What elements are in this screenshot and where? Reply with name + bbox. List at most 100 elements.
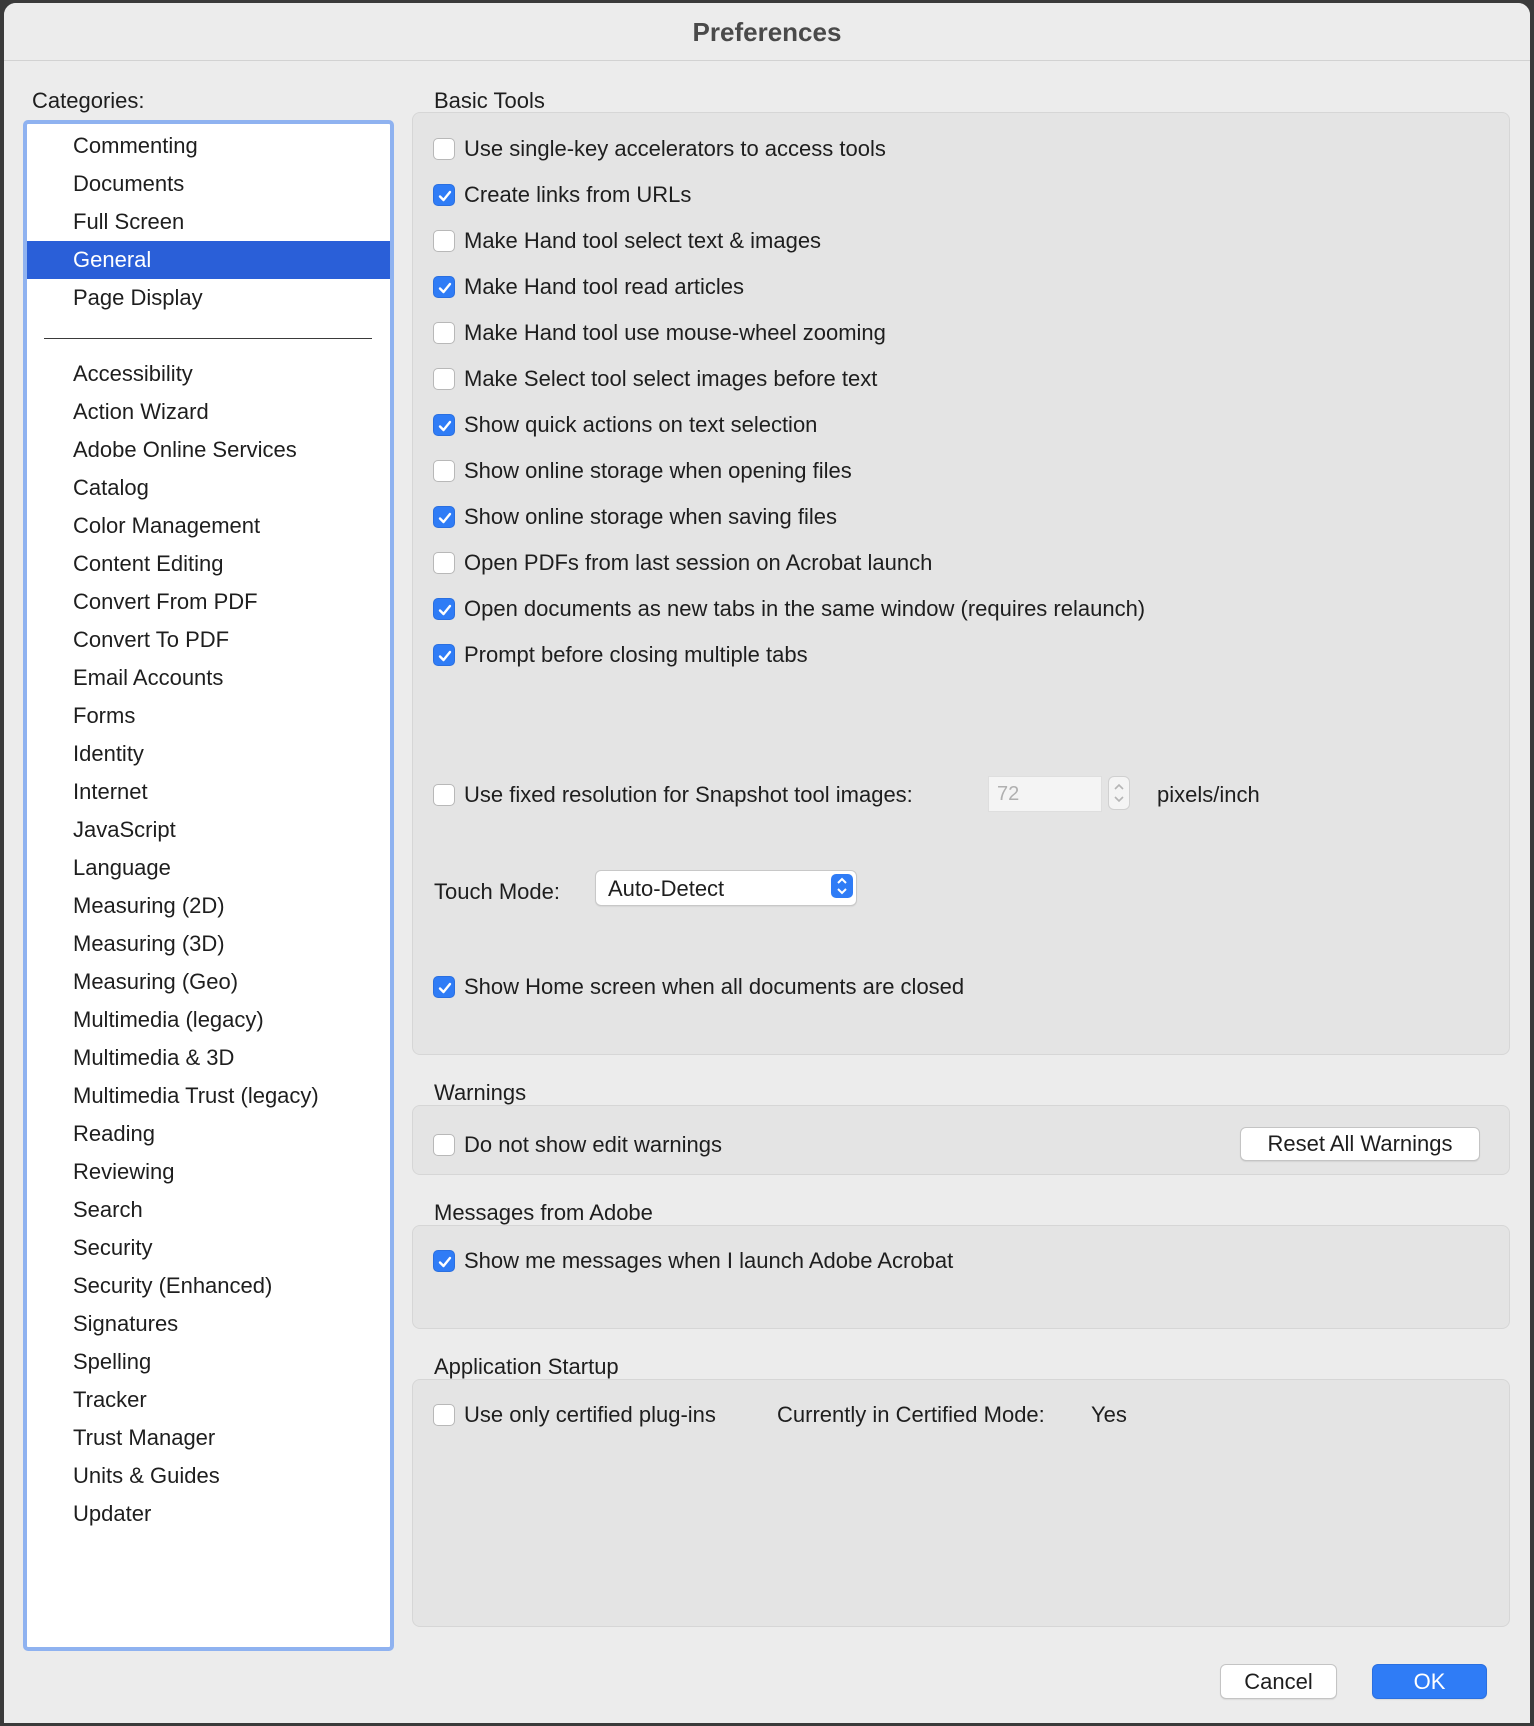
checkmark-icon [438,512,452,524]
category-item-trust-manager[interactable]: Trust Manager [27,1419,390,1457]
single-key-accelerators-checkbox[interactable] [433,138,455,160]
online-storage-opening-label: Show online storage when opening files [464,458,852,483]
category-item-language[interactable]: Language [27,849,390,887]
certified-mode-value: Yes [1091,1402,1127,1427]
touch-mode-label: Touch Mode: [434,879,560,904]
checkmark-icon [438,650,452,662]
category-item-javascript[interactable]: JavaScript [27,811,390,849]
checkmark-icon [438,190,452,202]
category-item-page-display[interactable]: Page Display [27,279,390,317]
category-item-multimedia-3d[interactable]: Multimedia & 3D [27,1039,390,1077]
categories-list[interactable]: Commenting Documents Full Screen General… [23,120,394,1651]
preferences-window: Preferences Categories: Commenting Docum… [4,3,1530,1723]
hand-tool-mouse-wheel-zooming-checkbox[interactable] [433,322,455,344]
hand-tool-read-articles-label: Make Hand tool read articles [464,274,745,299]
snapshot-resolution-stepper[interactable] [1108,776,1130,810]
show-messages-label: Show me messages when I launch Adobe Acr… [464,1248,954,1273]
category-item-spelling[interactable]: Spelling [27,1343,390,1381]
open-last-session-checkbox[interactable] [433,552,455,574]
basic-tools-heading: Basic Tools [434,88,545,113]
category-item-multimedia-legacy[interactable]: Multimedia (legacy) [27,1001,390,1039]
snapshot-fixed-resolution-checkbox[interactable] [433,784,455,806]
window-title: Preferences [692,17,842,47]
checkmark-icon [438,282,452,294]
online-storage-saving-label: Show online storage when saving files [464,504,838,529]
touch-mode-select[interactable]: Auto-Detect [595,870,857,906]
prompt-closing-tabs-checkbox[interactable] [433,644,455,666]
show-messages-checkbox[interactable] [433,1250,455,1272]
snapshot-unit-label: pixels/inch [1157,782,1260,807]
hand-tool-mouse-wheel-zooming-label: Make Hand tool use mouse-wheel zooming [464,320,886,345]
home-screen-label: Show Home screen when all documents are … [464,974,965,999]
category-item-security[interactable]: Security [27,1229,390,1267]
category-item-color-management[interactable]: Color Management [27,507,390,545]
messages-group [412,1225,1510,1329]
snapshot-fixed-resolution-label: Use fixed resolution for Snapshot tool i… [464,782,913,807]
categories-label: Categories: [32,88,145,113]
create-links-from-urls-label: Create links from URLs [464,182,692,207]
category-item-security-enhanced[interactable]: Security (Enhanced) [27,1267,390,1305]
category-item-email-accounts[interactable]: Email Accounts [27,659,390,697]
hand-tool-read-articles-checkbox[interactable] [433,276,455,298]
edit-warnings-label: Do not show edit warnings [464,1132,723,1157]
category-item-action-wizard[interactable]: Action Wizard [27,393,390,431]
category-item-general[interactable]: General [27,241,390,279]
checkmark-icon [438,604,452,616]
open-as-new-tabs-label: Open documents as new tabs in the same w… [464,596,1146,621]
open-as-new-tabs-checkbox[interactable] [433,598,455,620]
category-item-adobe-online-services[interactable]: Adobe Online Services [27,431,390,469]
checkmark-icon [438,982,452,994]
quick-actions-text-selection-checkbox[interactable] [433,414,455,436]
startup-heading: Application Startup [434,1354,619,1379]
online-storage-saving-checkbox[interactable] [433,506,455,528]
hand-tool-select-text-label: Make Hand tool select text & images [464,228,822,253]
select-arrows-icon [831,874,853,898]
category-item-convert-from-pdf[interactable]: Convert From PDF [27,583,390,621]
category-item-forms[interactable]: Forms [27,697,390,735]
category-item-reviewing[interactable]: Reviewing [27,1153,390,1191]
create-links-from-urls-checkbox[interactable] [433,184,455,206]
category-item-convert-to-pdf[interactable]: Convert To PDF [27,621,390,659]
quick-actions-text-selection-label: Show quick actions on text selection [464,412,818,437]
single-key-accelerators-label: Use single-key accelerators to access to… [464,136,886,161]
select-tool-images-first-label: Make Select tool select images before te… [464,366,878,391]
category-item-updater[interactable]: Updater [27,1495,390,1533]
category-item-commenting[interactable]: Commenting [27,127,390,165]
ok-button[interactable]: OK [1372,1664,1487,1699]
category-item-catalog[interactable]: Catalog [27,469,390,507]
select-tool-images-first-checkbox[interactable] [433,368,455,390]
category-item-units-guides[interactable]: Units & Guides [27,1457,390,1495]
reset-all-warnings-button[interactable]: Reset All Warnings [1240,1127,1480,1161]
certified-plugins-label: Use only certified plug-ins [464,1402,716,1427]
edit-warnings-checkbox[interactable] [433,1134,455,1156]
category-item-full-screen[interactable]: Full Screen [27,203,390,241]
category-item-documents[interactable]: Documents [27,165,390,203]
category-item-multimedia-trust-legacy[interactable]: Multimedia Trust (legacy) [27,1077,390,1115]
category-item-tracker[interactable]: Tracker [27,1381,390,1419]
hand-tool-select-text-checkbox[interactable] [433,230,455,252]
snapshot-resolution-input[interactable]: 72 [988,776,1102,812]
category-item-reading[interactable]: Reading [27,1115,390,1153]
category-item-signatures[interactable]: Signatures [27,1305,390,1343]
category-item-measuring-2d[interactable]: Measuring (2D) [27,887,390,925]
checkmark-icon [438,1256,452,1268]
messages-heading: Messages from Adobe [434,1200,653,1225]
category-item-accessibility[interactable]: Accessibility [27,355,390,393]
category-item-content-editing[interactable]: Content Editing [27,545,390,583]
home-screen-checkbox[interactable] [433,976,455,998]
category-item-identity[interactable]: Identity [27,735,390,773]
cancel-button[interactable]: Cancel [1220,1664,1337,1699]
category-item-internet[interactable]: Internet [27,773,390,811]
online-storage-opening-checkbox[interactable] [433,460,455,482]
category-item-search[interactable]: Search [27,1191,390,1229]
certified-plugins-checkbox[interactable] [433,1404,455,1426]
category-item-measuring-3d[interactable]: Measuring (3D) [27,925,390,963]
category-item-measuring-geo[interactable]: Measuring (Geo) [27,963,390,1001]
open-last-session-label: Open PDFs from last session on Acrobat l… [464,550,933,575]
prompt-closing-tabs-label: Prompt before closing multiple tabs [464,642,808,667]
category-separator [44,338,372,339]
title-bar[interactable]: Preferences [4,3,1530,61]
certified-mode-label: Currently in Certified Mode: [777,1402,1045,1427]
checkmark-icon [438,420,452,432]
warnings-heading: Warnings [434,1080,527,1105]
